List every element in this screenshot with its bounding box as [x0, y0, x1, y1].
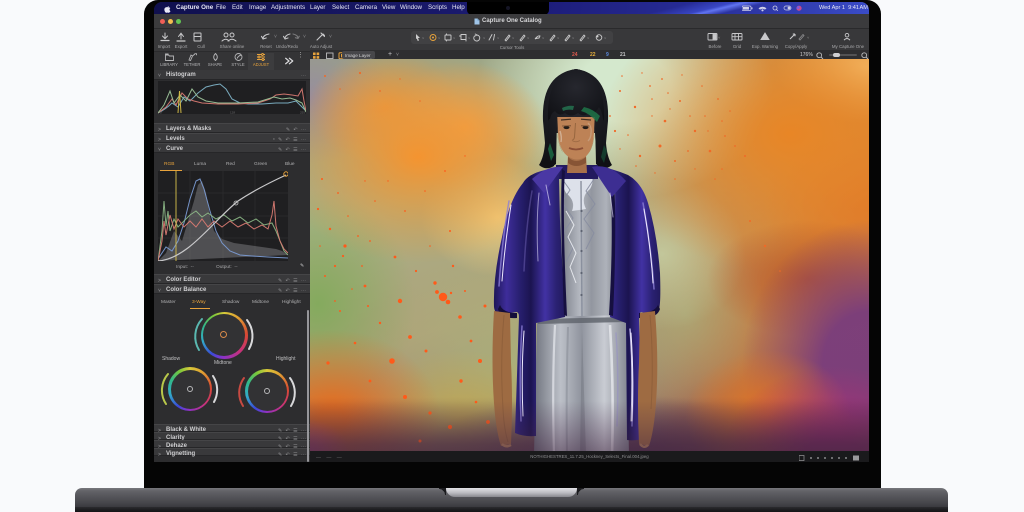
svg-text:˅: ˅: [572, 36, 575, 41]
svg-text:˅: ˅: [483, 36, 486, 41]
svg-text:128: 128: [230, 111, 235, 115]
svg-text:˅: ˅: [438, 36, 441, 41]
svg-text:˅: ˅: [274, 34, 277, 40]
svg-text:˅: ˅: [512, 36, 515, 41]
svg-text:˅: ˅: [303, 34, 306, 40]
svg-text:˅: ˅: [329, 34, 332, 40]
svg-text:˅: ˅: [468, 36, 471, 41]
svg-text:˅: ˅: [557, 36, 560, 41]
svg-text:˅: ˅: [807, 35, 810, 40]
svg-text:˅: ˅: [604, 36, 607, 41]
svg-text:˅: ˅: [422, 36, 425, 41]
svg-text:˅: ˅: [527, 36, 530, 41]
svg-text:˅: ˅: [587, 36, 590, 41]
svg-text:˅: ˅: [718, 35, 721, 40]
svg-text:˅: ˅: [453, 36, 456, 41]
svg-text:255: 255: [300, 111, 305, 115]
svg-text:˅: ˅: [497, 36, 500, 41]
svg-text:˅: ˅: [542, 36, 545, 41]
